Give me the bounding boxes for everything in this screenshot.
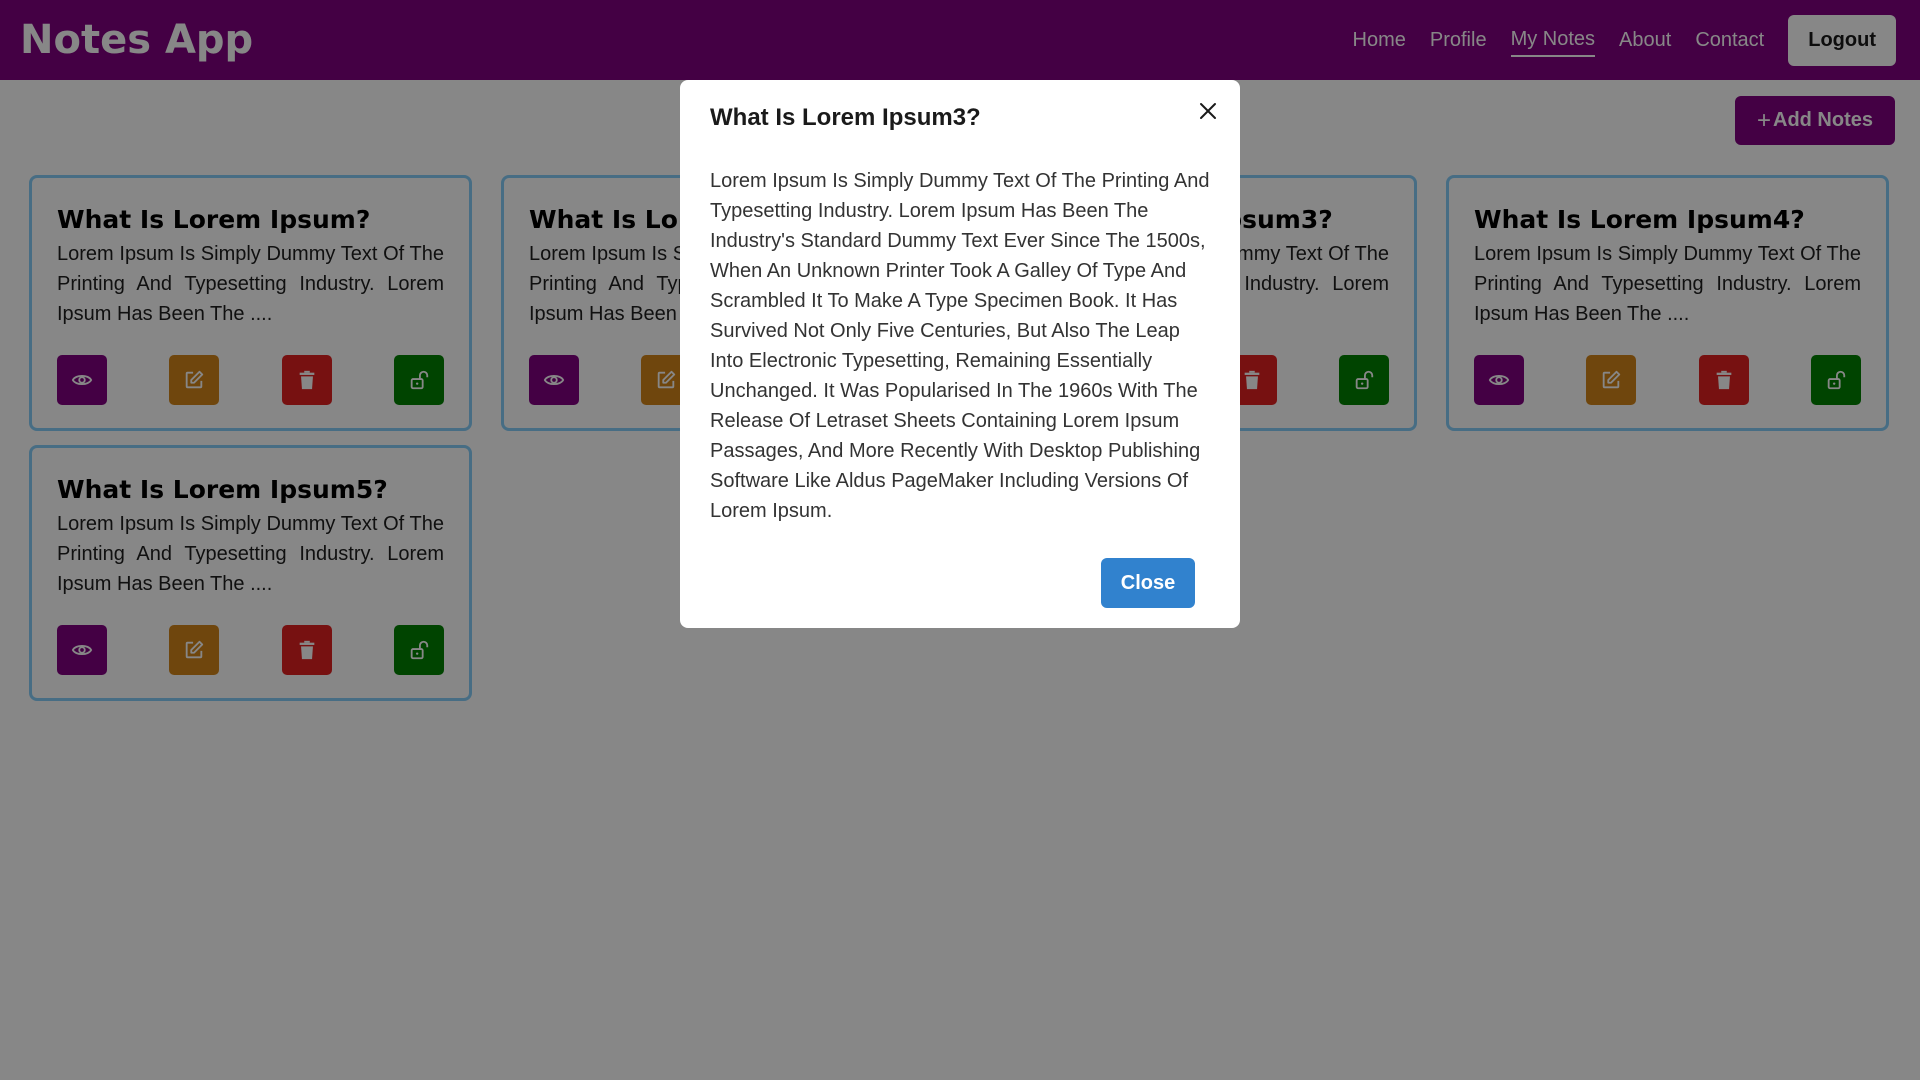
close-icon: [1200, 103, 1216, 119]
note-modal: What Is Lorem Ipsum3? Lorem Ipsum Is Sim…: [680, 80, 1240, 628]
modal-body-text: Lorem Ipsum Is Simply Dummy Text Of The …: [710, 170, 1210, 522]
modal-title: What Is Lorem Ipsum3?: [710, 104, 981, 131]
modal-close-button[interactable]: [1193, 96, 1223, 126]
close-button[interactable]: Close: [1101, 558, 1195, 608]
